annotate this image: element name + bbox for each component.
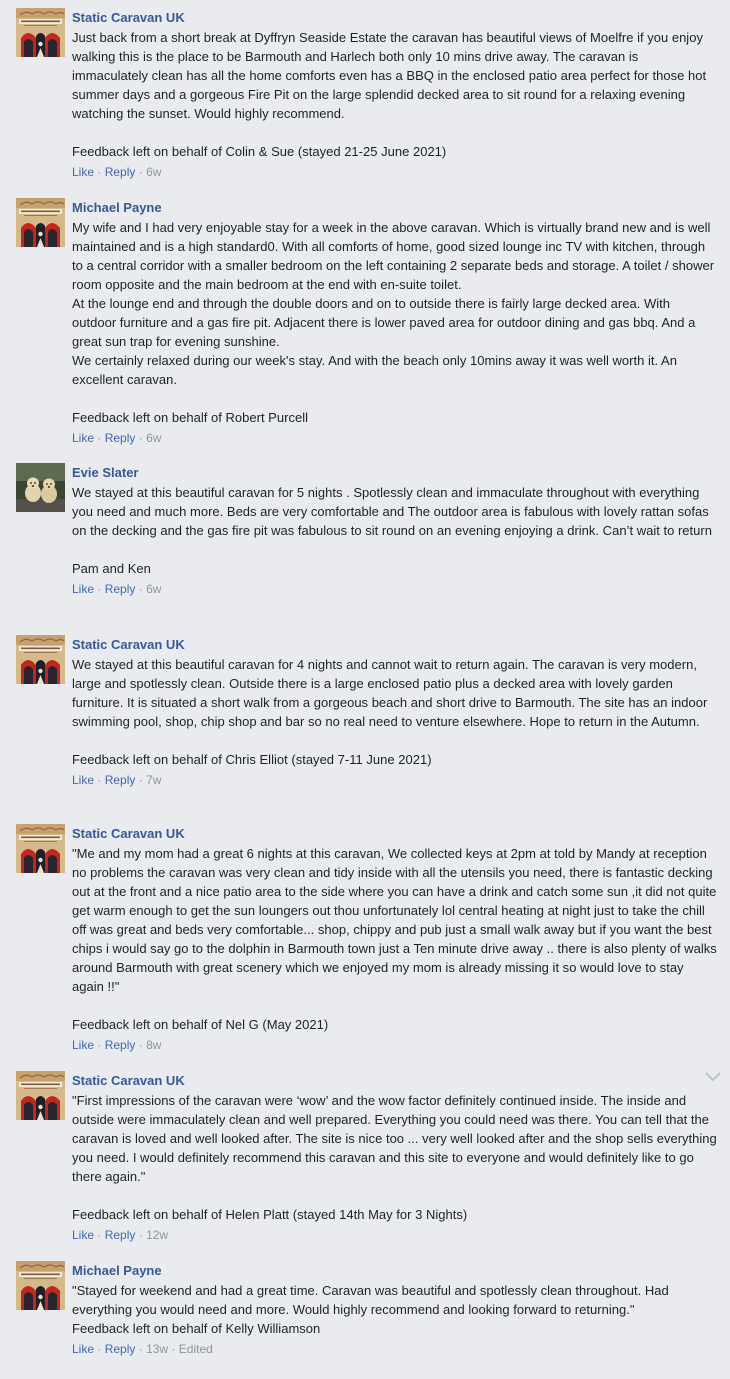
comment-body: Static Caravan UK "First impressions of t… xyxy=(72,1072,717,1243)
comment-actions: Like · Reply · 6w xyxy=(72,430,717,446)
author-link-evie-slater[interactable]: Evie Slater xyxy=(72,464,717,483)
timestamp[interactable]: 8w xyxy=(146,1038,161,1052)
reply-link[interactable]: Reply xyxy=(105,773,136,787)
comment-body: Michael Payne "Stayed for weekend and had… xyxy=(72,1262,717,1357)
author-link-static-caravan-uk[interactable]: Static Caravan UK xyxy=(72,9,717,28)
static-caravan-uk-logo-icon xyxy=(16,635,65,684)
timestamp[interactable]: 6w xyxy=(146,582,161,596)
comment-body: Static Caravan UK Just back from a short … xyxy=(72,9,717,180)
reply-link[interactable]: Reply xyxy=(105,1038,136,1052)
avatar[interactable] xyxy=(16,1261,65,1310)
separator-dot: · xyxy=(138,1038,143,1052)
timestamp[interactable]: 7w xyxy=(146,773,161,787)
comment-body: Static Caravan UK We stayed at this beaut… xyxy=(72,636,717,788)
author-link-static-caravan-uk[interactable]: Static Caravan UK xyxy=(72,636,717,655)
comment-text: We stayed at this beautiful caravan for … xyxy=(72,657,708,767)
separator-dot: · xyxy=(97,1342,102,1356)
separator-dot: · xyxy=(97,165,102,179)
reply-link[interactable]: Reply xyxy=(105,1228,136,1242)
separator-dot: · xyxy=(97,431,102,445)
comment-body: Evie Slater We stayed at this beautiful c… xyxy=(72,464,717,597)
like-link[interactable]: Like xyxy=(72,165,94,179)
author-link-static-caravan-uk[interactable]: Static Caravan UK xyxy=(72,825,717,844)
separator-dot: · xyxy=(97,1038,102,1052)
separator-dot: · xyxy=(97,1228,102,1242)
comment-actions: Like · Reply · 12w xyxy=(72,1227,717,1243)
timestamp[interactable]: 6w xyxy=(146,165,161,179)
like-link[interactable]: Like xyxy=(72,431,94,445)
comment-text: "First impressions of the caravan were ‘… xyxy=(72,1093,717,1222)
timestamp[interactable]: 13w xyxy=(146,1342,168,1356)
reply-link[interactable]: Reply xyxy=(105,582,136,596)
separator-dot: · xyxy=(97,773,102,787)
like-link[interactable]: Like xyxy=(72,582,94,596)
edited-label[interactable]: Edited xyxy=(179,1342,213,1356)
author-link-michael-payne[interactable]: Michael Payne xyxy=(72,1262,717,1281)
static-caravan-uk-logo-icon xyxy=(16,824,65,873)
avatar[interactable] xyxy=(16,1071,65,1120)
comment-actions: Like · Reply · 7w xyxy=(72,772,717,788)
separator-dot: · xyxy=(138,1228,143,1242)
comment-actions: Like · Reply · 6w xyxy=(72,164,717,180)
timestamp[interactable]: 6w xyxy=(146,431,161,445)
static-caravan-uk-logo-icon xyxy=(16,198,65,247)
like-link[interactable]: Like xyxy=(72,1342,94,1356)
avatar[interactable] xyxy=(16,463,65,512)
avatar[interactable] xyxy=(16,198,65,247)
static-caravan-uk-logo-icon xyxy=(16,1071,65,1120)
reply-link[interactable]: Reply xyxy=(105,431,136,445)
like-link[interactable]: Like xyxy=(72,773,94,787)
comment-body: Static Caravan UK "Me and my mom had a gr… xyxy=(72,825,717,1053)
separator-dot: · xyxy=(138,1342,143,1356)
comment-text: We stayed at this beautiful caravan for … xyxy=(72,485,712,576)
separator-dot: · xyxy=(97,582,102,596)
reply-link[interactable]: Reply xyxy=(105,165,136,179)
timestamp[interactable]: 12w xyxy=(146,1228,168,1242)
reply-link[interactable]: Reply xyxy=(105,1342,136,1356)
separator-dot: · xyxy=(138,165,143,179)
static-caravan-uk-logo-icon xyxy=(16,8,65,57)
separator-dot: · xyxy=(138,773,143,787)
like-link[interactable]: Like xyxy=(72,1038,94,1052)
comments-feed: Static Caravan UK Just back from a short … xyxy=(0,0,730,1379)
separator-dot: · xyxy=(138,582,143,596)
comment-actions: Like · Reply · 8w xyxy=(72,1037,717,1053)
comment-text: "Stayed for weekend and had a great time… xyxy=(72,1283,669,1336)
author-link-michael-payne[interactable]: Michael Payne xyxy=(72,199,717,218)
comment-text: "Me and my mom had a great 6 nights at t… xyxy=(72,846,717,1032)
comment-actions: Like · Reply · 6w xyxy=(72,581,717,597)
comment-body: Michael Payne My wife and I had very enjo… xyxy=(72,199,717,446)
like-link[interactable]: Like xyxy=(72,1228,94,1242)
separator-dot: · xyxy=(138,431,143,445)
static-caravan-uk-logo-icon xyxy=(16,1261,65,1310)
chevron-down-icon[interactable] xyxy=(704,1071,722,1083)
avatar[interactable] xyxy=(16,8,65,57)
comment-text: Just back from a short break at Dyffryn … xyxy=(72,30,707,159)
avatar[interactable] xyxy=(16,824,65,873)
avatar[interactable] xyxy=(16,635,65,684)
dogs-photo-icon xyxy=(16,463,65,512)
separator-dot: · xyxy=(171,1342,176,1356)
comment-actions: Like · Reply · 13w · Edited xyxy=(72,1341,717,1357)
comment-text: My wife and I had very enjoyable stay fo… xyxy=(72,220,715,425)
author-link-static-caravan-uk[interactable]: Static Caravan UK xyxy=(72,1072,717,1091)
